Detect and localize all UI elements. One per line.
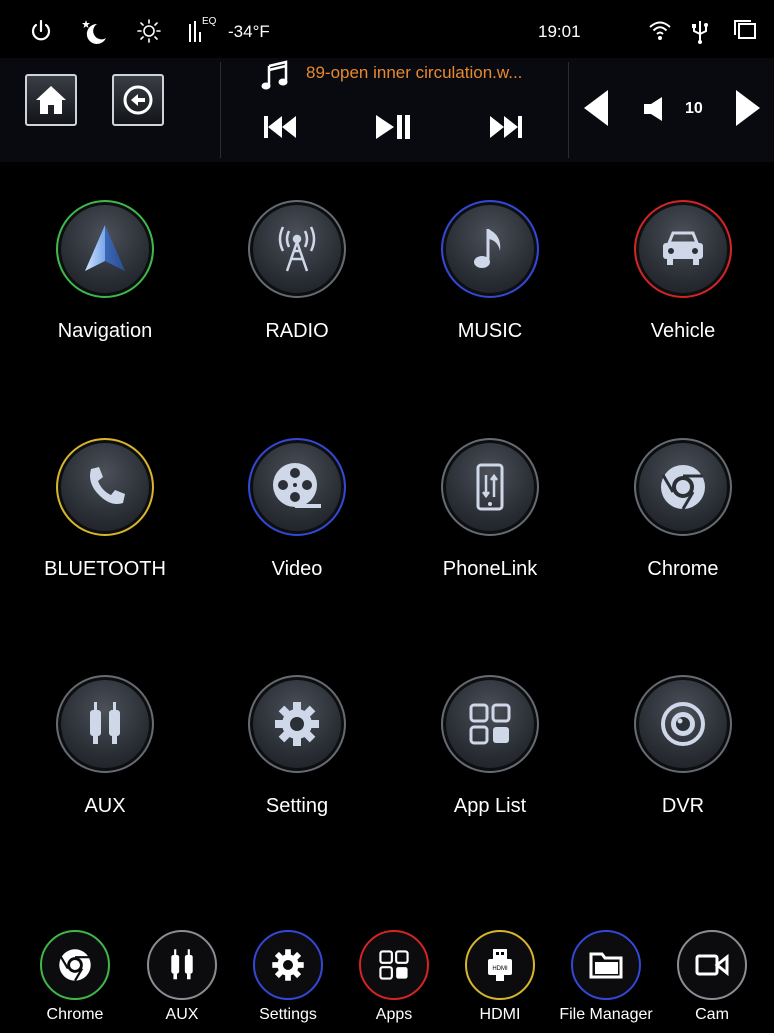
video-camera-icon (677, 930, 747, 1000)
aux-plug-icon (147, 930, 217, 1000)
chrome-icon (40, 930, 110, 1000)
dock-item-cam[interactable]: Cam (662, 930, 762, 1024)
volume-down-button[interactable] (582, 88, 612, 128)
app-music[interactable]: MUSIC (400, 200, 580, 343)
speaker-icon (644, 97, 662, 121)
car-icon (634, 200, 732, 298)
dock-label: Chrome (46, 1006, 104, 1023)
volume-up-button[interactable] (732, 88, 762, 128)
home-button[interactable] (25, 74, 77, 126)
navigation-arrow-icon (56, 200, 154, 298)
divider (220, 62, 221, 158)
dock-item-settings[interactable]: Settings (238, 930, 338, 1024)
app-label: AUX (84, 795, 126, 817)
track-title: 89-open inner circulation.w... (306, 63, 523, 82)
app-vehicle[interactable]: Vehicle (593, 200, 773, 343)
dock-item-file-manager[interactable]: File Manager (556, 930, 656, 1024)
app-setting[interactable]: Setting (207, 675, 387, 818)
night-mode-icon[interactable] (80, 18, 110, 46)
brightness-icon[interactable] (136, 18, 162, 44)
dock-label: HDMI (479, 1006, 521, 1023)
dock-label: File Manager (559, 1006, 653, 1023)
dock-label: Settings (259, 1006, 317, 1023)
volume-level: 10 (685, 100, 703, 117)
app-grid-icon (359, 930, 429, 1000)
app-chrome[interactable]: Chrome (593, 438, 773, 581)
back-button[interactable] (112, 74, 164, 126)
app-video[interactable]: Video (207, 438, 387, 581)
film-reel-icon (248, 438, 346, 536)
dock-item-hdmi[interactable]: HDMI HDMI (450, 930, 550, 1024)
dock-item-aux[interactable]: AUX (132, 930, 232, 1024)
dvr-camera-icon (634, 675, 732, 773)
app-aux[interactable]: AUX (15, 675, 195, 818)
back-circle-icon (123, 85, 153, 115)
dock-item-apps[interactable]: Apps (344, 930, 444, 1024)
home-icon (36, 86, 66, 114)
dock-label: Cam (695, 1006, 729, 1023)
app-bluetooth[interactable]: BLUETOOTH (15, 438, 195, 581)
gear-icon (248, 675, 346, 773)
dock-label: AUX (165, 1006, 199, 1023)
app-label: Chrome (647, 558, 719, 580)
aux-plug-icon (56, 675, 154, 773)
app-grid-icon (441, 675, 539, 773)
app-label: MUSIC (457, 320, 523, 342)
eq-label: EQ (202, 16, 217, 27)
app-label: Setting (265, 795, 329, 817)
app-label: PhoneLink (442, 558, 538, 580)
phone-link-icon (441, 438, 539, 536)
temperature-text: -34°F (228, 22, 270, 41)
phone-handset-icon (56, 438, 154, 536)
dock-item-chrome[interactable]: Chrome (25, 930, 125, 1024)
divider (568, 62, 569, 158)
app-label: App List (453, 795, 527, 817)
previous-track-button[interactable] (262, 112, 300, 142)
app-navigation[interactable]: Navigation (15, 200, 195, 343)
power-icon[interactable] (28, 18, 54, 44)
gear-icon (253, 930, 323, 1000)
app-label: DVR (661, 795, 705, 817)
app-label: Video (271, 558, 323, 580)
music-note-icon (261, 60, 288, 90)
chrome-icon (634, 438, 732, 536)
svg-text:HDMI: HDMI (492, 966, 508, 972)
next-track-button[interactable] (486, 112, 524, 142)
app-radio[interactable]: RADIO (207, 200, 387, 343)
app-phonelink[interactable]: PhoneLink (400, 438, 580, 581)
dock-label: Apps (375, 1006, 413, 1023)
music-note-icon (441, 200, 539, 298)
recent-apps-icon[interactable] (732, 18, 758, 42)
wifi-icon (649, 21, 671, 40)
clock-text: 19:01 (538, 22, 581, 41)
app-label: BLUETOOTH (44, 558, 166, 580)
eq-button[interactable]: EQ (188, 16, 224, 46)
folder-icon (571, 930, 641, 1000)
media-control-bar: 89-open inner circulation.w... 10 (0, 58, 774, 162)
usb-icon (692, 21, 708, 44)
app-label: Vehicle (650, 320, 716, 342)
hdmi-icon: HDMI (465, 930, 535, 1000)
app-dvr[interactable]: DVR (593, 675, 773, 818)
app-app-list[interactable]: App List (400, 675, 580, 818)
radio-tower-icon (248, 200, 346, 298)
app-label: Navigation (57, 320, 153, 342)
play-pause-button[interactable] (372, 112, 412, 142)
status-bar: EQ -34°F 19:01 (0, 0, 774, 58)
app-label: RADIO (265, 320, 329, 342)
